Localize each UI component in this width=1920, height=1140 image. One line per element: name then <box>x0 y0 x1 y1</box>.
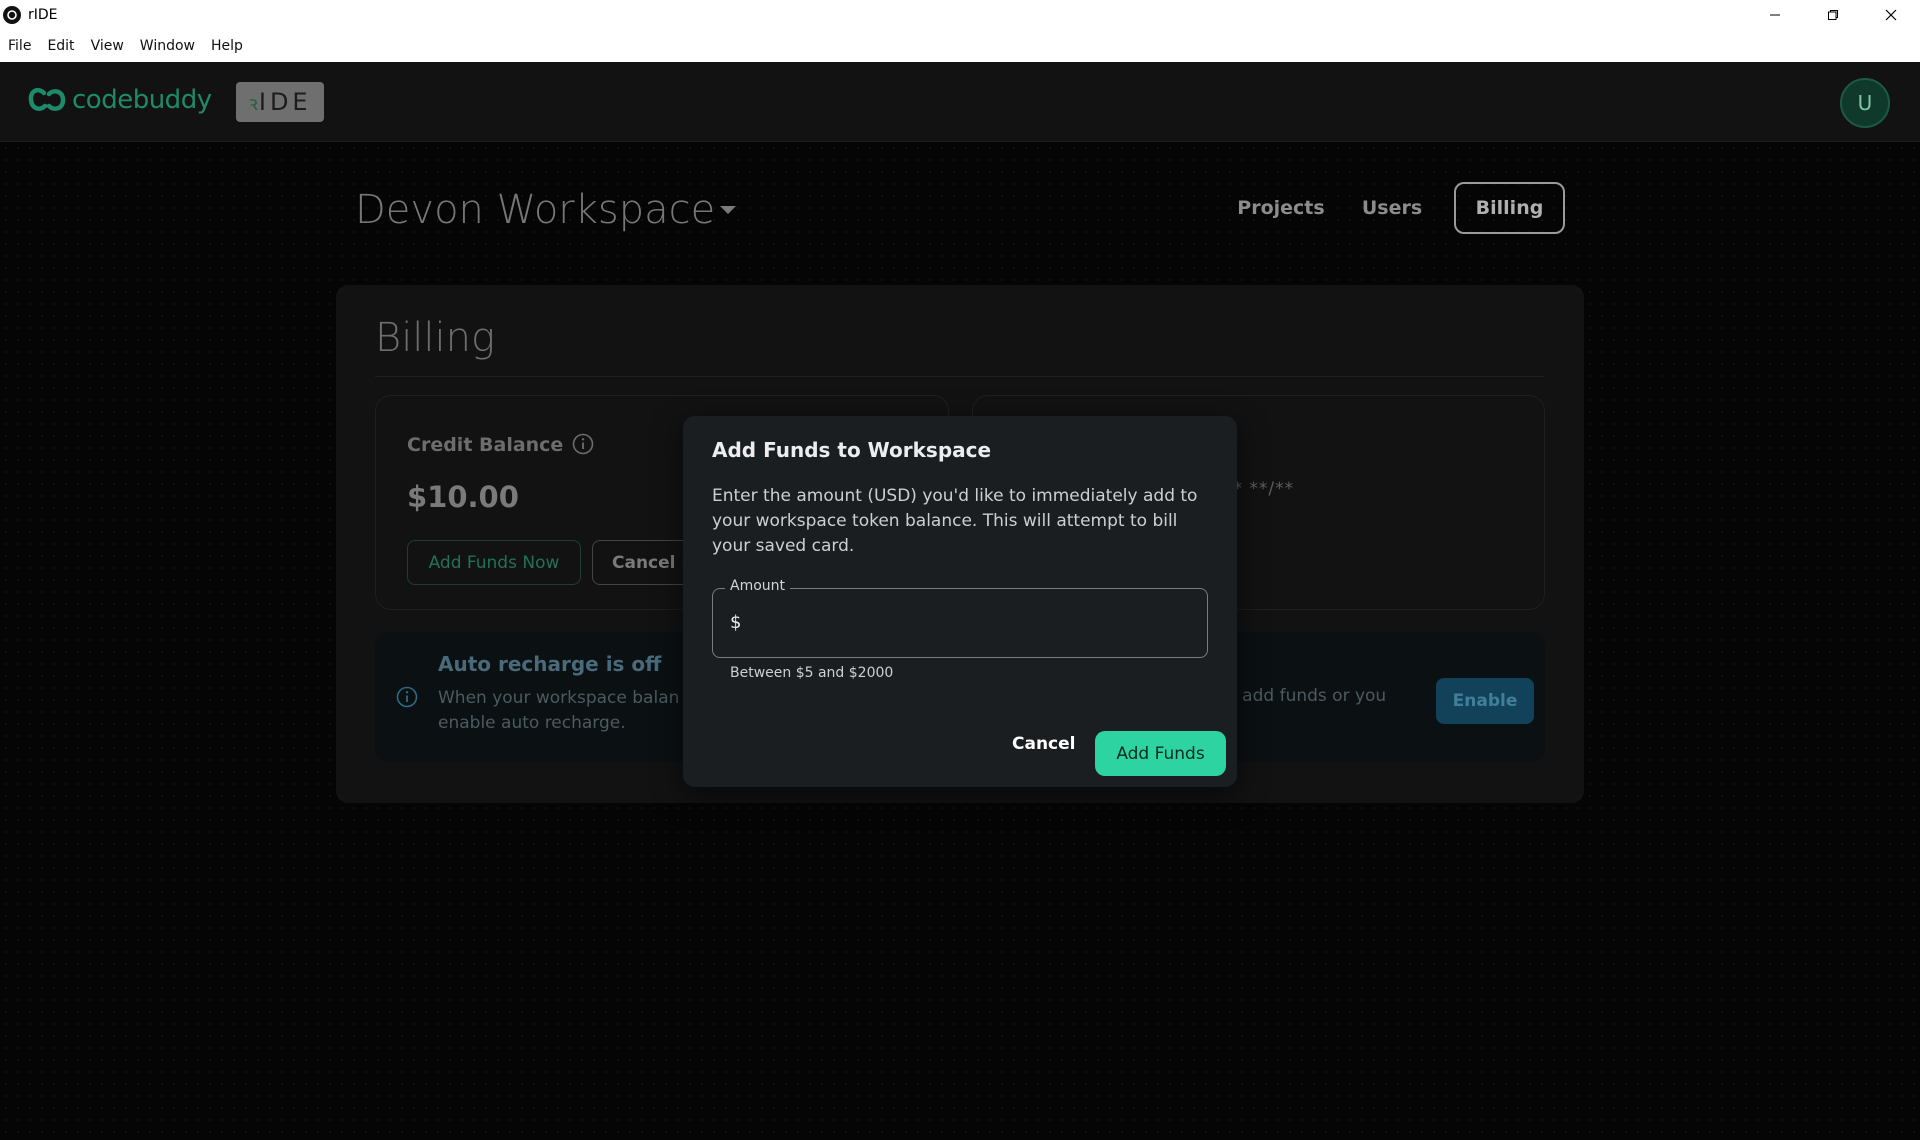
window-title: rIDE <box>28 6 58 23</box>
avatar[interactable]: U <box>1840 78 1890 128</box>
menu-help[interactable]: Help <box>211 38 243 54</box>
divider <box>375 376 1544 377</box>
menu-window[interactable]: Window <box>140 38 195 54</box>
modal-title: Add Funds to Workspace <box>712 438 992 462</box>
amount-label: Amount <box>725 578 791 594</box>
auto-recharge-title: Auto recharge is off <box>438 652 662 676</box>
minimize-icon[interactable] <box>1746 0 1804 29</box>
codebuddy-logo-icon <box>28 87 66 111</box>
cancel-button[interactable]: Cancel <box>1012 734 1075 754</box>
credit-balance-value: $10.00 <box>407 480 519 514</box>
window-controls <box>1746 0 1920 29</box>
billing-heading: Billing <box>375 315 495 361</box>
logo-text: codebuddy <box>72 85 212 115</box>
modal-description: Enter the amount (USD) you'd like to imm… <box>712 486 1198 556</box>
close-icon[interactable] <box>1862 0 1920 29</box>
add-funds-now-button[interactable]: Add Funds Now <box>407 540 581 585</box>
codebuddy-logo[interactable]: codebuddy <box>28 85 212 115</box>
currency-prefix: $ <box>730 612 742 633</box>
amount-field[interactable]: Amount $ <box>712 578 1208 658</box>
credit-balance-label: Credit Balance <box>407 434 564 456</box>
menu-edit[interactable]: Edit <box>47 38 74 54</box>
ide-mark-icon: ꝛ <box>248 90 258 115</box>
auto-recharge-description-line1: When your workspace balan <box>438 688 680 708</box>
auto-recharge-description: When your workspace balan enable auto re… <box>438 686 679 736</box>
auto-recharge-description-right: u add funds or you <box>1226 686 1387 706</box>
add-funds-modal: Add Funds to Workspace Enter the amount … <box>683 416 1237 787</box>
ide-badge: ꝛ IDE <box>236 82 324 122</box>
nav-billing[interactable]: Billing <box>1454 182 1565 234</box>
auto-recharge-description-line2: enable auto recharge. <box>438 713 626 733</box>
chevron-down-icon[interactable] <box>719 204 737 216</box>
menu-bar: File Edit View Window Help <box>0 29 1920 62</box>
menu-file[interactable]: File <box>8 38 31 54</box>
ide-badge-label: IDE <box>258 88 312 116</box>
menu-view[interactable]: View <box>91 38 124 54</box>
app-header: codebuddy ꝛ IDE U <box>0 62 1920 142</box>
info-icon <box>396 686 418 708</box>
amount-input[interactable] <box>749 601 1189 645</box>
nav-users[interactable]: Users <box>1352 182 1432 234</box>
workspace-selector[interactable]: Devon Workspace <box>355 187 715 233</box>
restore-icon[interactable] <box>1804 0 1862 29</box>
amount-hint: Between $5 and $2000 <box>730 665 894 681</box>
app-icon <box>3 5 21 24</box>
enable-auto-recharge-button[interactable]: Enable <box>1436 678 1534 724</box>
nav-projects[interactable]: Projects <box>1236 182 1326 234</box>
info-icon[interactable] <box>571 432 595 456</box>
add-funds-button[interactable]: Add Funds <box>1095 731 1226 776</box>
window-titlebar: rIDE <box>0 0 1920 29</box>
